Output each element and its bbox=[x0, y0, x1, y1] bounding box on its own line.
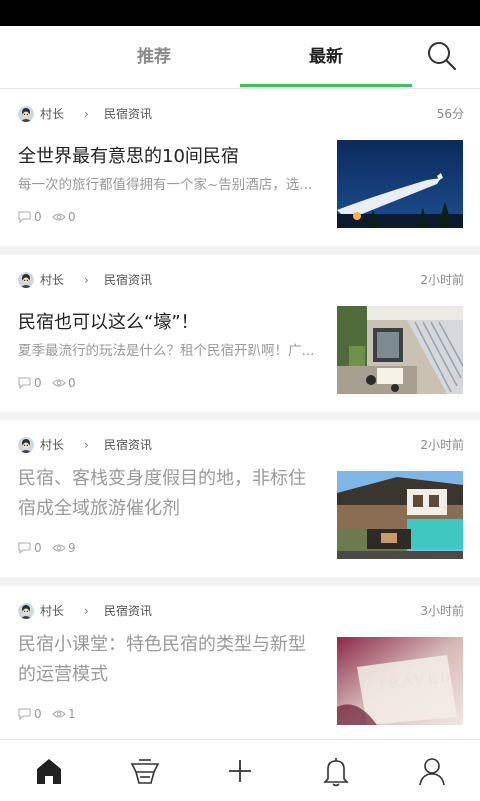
article-card[interactable]: 村长 › 民宿资讯 56分 全世界最有意思的10间民宿 每一次的旅行都值得拥有一… bbox=[0, 89, 480, 246]
eye-icon bbox=[52, 379, 66, 387]
article-title[interactable]: 民宿、客栈变身度假目的地，非标住宿成全域旅游催化剂 bbox=[18, 464, 318, 524]
article-category[interactable]: 民宿资讯 bbox=[104, 603, 152, 619]
author-name[interactable]: 村长 bbox=[40, 437, 64, 453]
article-card[interactable]: 村长 › 民宿资讯 2小时前 民宿、客栈变身度假目的地，非标住宿成全域旅游催化剂… bbox=[0, 420, 480, 577]
avatar bbox=[18, 603, 34, 619]
bottom-navigation bbox=[0, 739, 480, 801]
article-meta: 村长 › 民宿资讯 56分 bbox=[18, 106, 464, 124]
active-tab-indicator bbox=[240, 84, 412, 87]
article-title[interactable]: 全世界最有意思的10间民宿 bbox=[18, 142, 318, 172]
author-name[interactable]: 村长 bbox=[40, 272, 64, 288]
discover-icon[interactable] bbox=[128, 754, 162, 788]
eye-icon bbox=[52, 544, 66, 552]
author-name[interactable]: 村长 bbox=[40, 106, 64, 122]
article-card[interactable]: 村长 › 民宿资讯 3小时前 民宿小课堂：特色民宿的类型与新型的运营模式 0 1… bbox=[0, 586, 480, 739]
profile-icon[interactable] bbox=[415, 754, 449, 788]
eye-icon bbox=[52, 213, 66, 221]
article-category[interactable]: 民宿资讯 bbox=[104, 106, 152, 122]
chevron-right-icon: › bbox=[84, 604, 89, 618]
author-name[interactable]: 村长 bbox=[40, 603, 64, 619]
article-card[interactable]: 村长 › 民宿资讯 2小时前 民宿也可以这么“壕”！ 夏季最流行的玩法是什么？租… bbox=[0, 255, 480, 412]
comment-icon bbox=[18, 542, 31, 554]
avatar bbox=[18, 106, 34, 122]
article-summary: 每一次的旅行都值得拥有一个家~告别酒店，选... bbox=[18, 177, 313, 193]
comment-icon bbox=[18, 211, 31, 223]
top-tab-bar: 推荐 最新 bbox=[0, 26, 480, 89]
article-title[interactable]: 民宿小课堂：特色民宿的类型与新型的运营模式 bbox=[18, 630, 318, 690]
post-time: 3小时前 bbox=[420, 604, 464, 618]
article-thumbnail[interactable] bbox=[337, 306, 463, 394]
article-thumbnail[interactable] bbox=[337, 140, 463, 228]
avatar bbox=[18, 272, 34, 288]
search-icon[interactable] bbox=[424, 38, 460, 74]
avatar bbox=[18, 437, 34, 453]
comment-icon bbox=[18, 708, 31, 720]
chevron-right-icon: › bbox=[84, 273, 89, 287]
eye-icon bbox=[52, 710, 66, 718]
home-icon[interactable] bbox=[32, 754, 66, 788]
add-icon[interactable] bbox=[223, 754, 257, 788]
article-thumbnail[interactable] bbox=[337, 471, 463, 559]
comment-icon bbox=[18, 377, 31, 389]
post-time: 2小时前 bbox=[420, 273, 464, 287]
article-meta: 村长 › 民宿资讯 2小时前 bbox=[18, 437, 464, 455]
article-meta: 村长 › 民宿资讯 2小时前 bbox=[18, 272, 464, 290]
tab-recommended[interactable]: 推荐 bbox=[68, 26, 240, 88]
chevron-right-icon: › bbox=[84, 438, 89, 452]
article-category[interactable]: 民宿资讯 bbox=[104, 272, 152, 288]
notification-icon[interactable] bbox=[319, 754, 353, 788]
article-summary: 夏季最流行的玩法是什么？租个民宿开趴啊！广... bbox=[18, 343, 315, 359]
article-meta: 村长 › 民宿资讯 3小时前 bbox=[18, 603, 464, 621]
article-category[interactable]: 民宿资讯 bbox=[104, 437, 152, 453]
chevron-right-icon: › bbox=[84, 107, 89, 121]
post-time: 56分 bbox=[436, 107, 464, 121]
article-thumbnail[interactable]: TRAVEL bbox=[337, 637, 463, 725]
tab-latest[interactable]: 最新 bbox=[240, 26, 412, 88]
article-title[interactable]: 民宿也可以这么“壕”！ bbox=[18, 308, 318, 338]
post-time: 2小时前 bbox=[420, 438, 464, 452]
status-bar bbox=[0, 0, 480, 26]
